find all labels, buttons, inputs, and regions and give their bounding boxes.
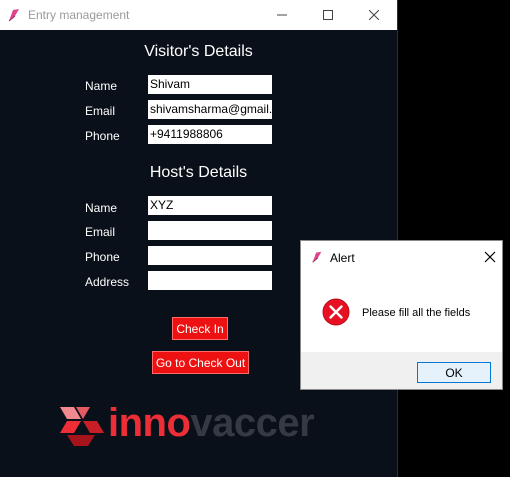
minimize-button[interactable]	[259, 0, 305, 30]
innovaccer-logo: innovaccer	[58, 401, 358, 449]
close-icon	[369, 10, 379, 20]
alert-title: Alert	[330, 251, 355, 265]
host-name-label: Name	[85, 201, 118, 215]
app-feather-icon	[8, 9, 19, 22]
app-feather-icon	[312, 251, 322, 263]
visitor-email-input[interactable]: shivamsharma@gmail.	[148, 100, 272, 119]
visitor-name-input[interactable]: Shivam	[148, 75, 272, 94]
title-bar: Entry management	[0, 0, 397, 30]
host-name-input[interactable]: XYZ	[148, 196, 272, 215]
check-in-button[interactable]: Check In	[172, 317, 228, 340]
innovaccer-wordmark: innovaccer	[108, 401, 315, 446]
host-address-input[interactable]	[148, 271, 272, 290]
maximize-icon	[323, 10, 333, 20]
innovaccer-mark-icon	[60, 407, 104, 446]
maximize-button[interactable]	[305, 0, 351, 30]
check-out-button[interactable]: Go to Check Out	[152, 351, 249, 374]
visitor-details-heading: Visitor's Details	[144, 43, 253, 60]
host-address-label: Address	[85, 275, 130, 289]
error-icon	[322, 298, 350, 326]
ok-button[interactable]: OK	[417, 362, 491, 383]
visitor-name-label: Name	[85, 79, 118, 93]
entry-management-window: Entry management Visitor's Details Name …	[0, 0, 398, 477]
alert-dialog: Alert Please fill all the fields OK	[300, 240, 503, 390]
host-details-heading: Host's Details	[149, 164, 248, 181]
close-button[interactable]	[351, 0, 397, 30]
host-phone-label: Phone	[85, 250, 120, 264]
host-email-input[interactable]	[148, 221, 272, 240]
logo-text-red: inno	[108, 401, 191, 445]
minimize-icon	[277, 14, 287, 16]
alert-footer: OK	[301, 352, 502, 389]
host-phone-input[interactable]	[148, 246, 272, 265]
logo-text-grey: vaccer	[190, 401, 315, 445]
host-email-label: Email	[85, 225, 116, 239]
alert-message: Please fill all the fields	[362, 307, 471, 319]
visitor-phone-label: Phone	[85, 129, 120, 143]
window-title: Entry management	[28, 8, 130, 22]
visitor-email-label: Email	[85, 104, 116, 118]
close-icon[interactable]	[483, 250, 497, 264]
visitor-phone-input[interactable]: +9411988806	[148, 125, 272, 144]
